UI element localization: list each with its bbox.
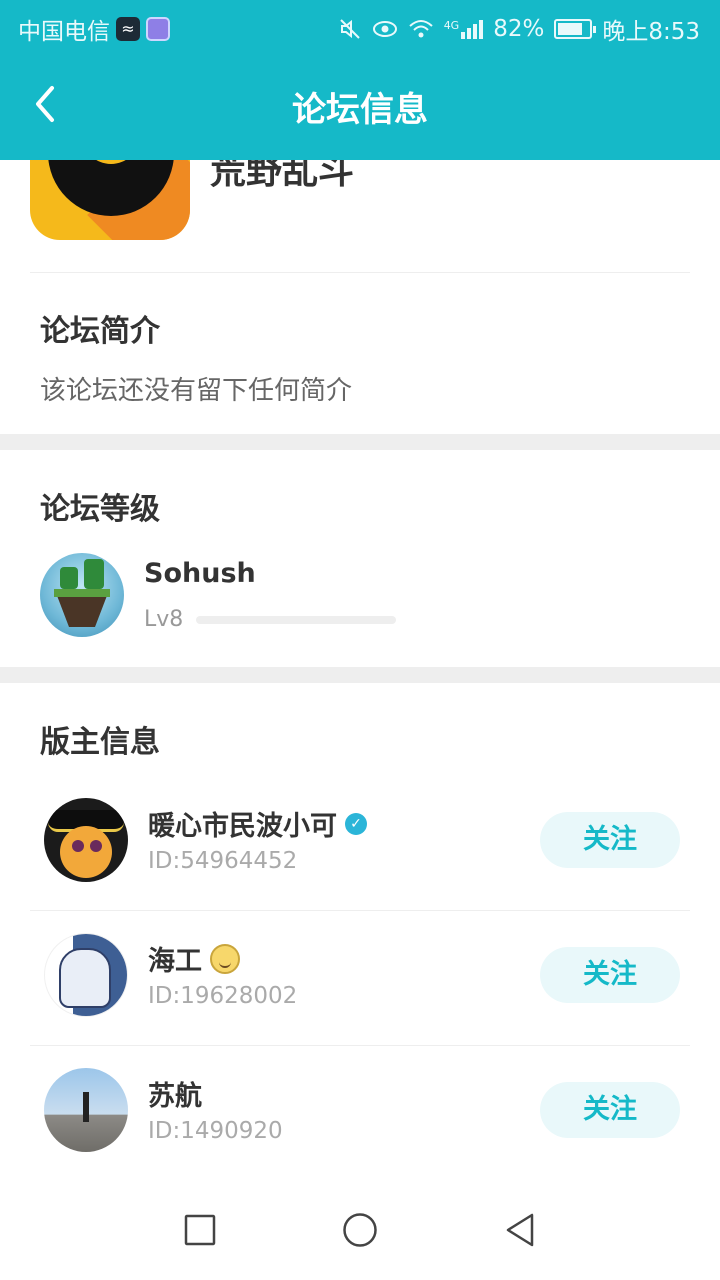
intro-text: 该论坛还没有留下任何简介 (40, 376, 353, 406)
home-button[interactable] (332, 1202, 388, 1258)
moderator-name: 海工 (148, 939, 240, 978)
game-logo-icon (30, 160, 190, 240)
signal-icon: 4G (443, 18, 484, 39)
nav-back-button[interactable] (492, 1202, 548, 1258)
moderator-name: 暖心市民波小可 ✓ (148, 804, 367, 843)
app-notification-icon (146, 17, 170, 41)
carrier-label: 中国电信 (18, 19, 110, 45)
moderator-avatar[interactable] (44, 933, 128, 1017)
divider (30, 272, 690, 273)
follow-button[interactable]: 关注 (540, 812, 680, 868)
moderator-name-text: 苏航 (148, 1081, 202, 1112)
eye-icon (372, 21, 397, 37)
signal-type-label: 4G (443, 18, 460, 32)
forum-name: 荒野乱斗 (210, 160, 355, 192)
moderators-section-title: 版主信息 (40, 725, 160, 760)
recents-button[interactable] (172, 1202, 228, 1258)
status-left: 中国电信 ≈ (18, 12, 170, 46)
intro-section-title: 论坛简介 (40, 314, 160, 349)
moderator-id: ID:19628002 (148, 983, 298, 1009)
level-username: Sohush (144, 558, 256, 589)
app-header: 中国电信 ≈ 4G 82% 晚上8:53 论坛信息 (0, 0, 720, 160)
emoji-face-icon (210, 943, 240, 974)
moderator-row[interactable]: 暖心市民波小可 ✓ ID:54964452 关注 (0, 776, 720, 910)
forum-header: 荒野乱斗 (0, 160, 720, 272)
moderator-row[interactable]: 苏航 ID:1490920 关注 (0, 1046, 720, 1180)
moderator-name-text: 海工 (148, 946, 202, 977)
wifi-icon (409, 20, 433, 38)
back-triangle-icon (506, 1213, 534, 1247)
battery-icon (554, 19, 597, 39)
home-circle-icon (343, 1213, 377, 1247)
battery-percent: 82% (493, 16, 545, 42)
verified-icon: ✓ (345, 812, 367, 835)
user-avatar[interactable] (40, 553, 124, 637)
status-bar: 中国电信 ≈ 4G 82% 晚上8:53 (0, 0, 720, 52)
capcut-app-icon: ≈ (116, 17, 140, 41)
recents-square-icon (184, 1214, 216, 1246)
level-section-title: 论坛等级 (40, 492, 160, 527)
forum-info-screen: 中国电信 ≈ 4G 82% 晚上8:53 论坛信息 荒野乱斗 论坛简介 该论坛还… (0, 0, 720, 1280)
section-separator (0, 434, 720, 450)
moderator-name-text: 暖心市民波小可 (148, 811, 337, 842)
moderator-name: 苏航 (148, 1074, 202, 1113)
moderator-id: ID:1490920 (148, 1118, 283, 1144)
system-nav-bar (0, 1180, 720, 1280)
moderator-avatar[interactable] (44, 798, 128, 882)
section-separator (0, 667, 720, 683)
page-title: 论坛信息 (292, 90, 428, 130)
clock-time: 晚上8:53 (602, 19, 700, 45)
mute-icon (339, 19, 360, 39)
follow-button[interactable]: 关注 (540, 1082, 680, 1138)
moderator-id: ID:54964452 (148, 848, 298, 874)
status-right: 4G 82% 晚上8:53 (338, 12, 700, 46)
nav-bar: 论坛信息 (0, 52, 720, 160)
moderator-avatar[interactable] (44, 1068, 128, 1152)
moderator-row[interactable]: 海工 ID:19628002 关注 (0, 911, 720, 1045)
follow-button[interactable]: 关注 (540, 947, 680, 1003)
level-progress-bar (196, 616, 396, 624)
forum-info-content[interactable]: 荒野乱斗 论坛简介 该论坛还没有留下任何简介 论坛等级 Sohush Lv8 版… (0, 160, 720, 1280)
level-label: Lv8 (144, 607, 184, 632)
